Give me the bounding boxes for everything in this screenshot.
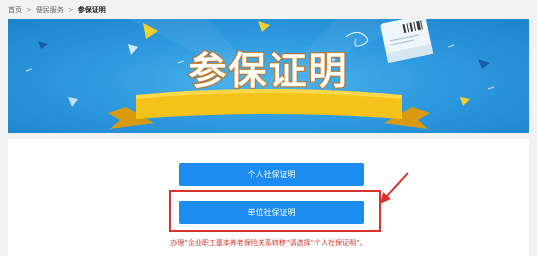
breadcrumb: 首页 > 便民服务 > 参保证明	[8, 4, 106, 16]
confetti-triangle	[38, 41, 48, 49]
banner: 参保证明	[8, 19, 529, 133]
breadcrumb-service[interactable]: 便民服务	[36, 5, 64, 15]
breadcrumb-home[interactable]: 首页	[8, 5, 22, 15]
arrow-icon	[380, 172, 409, 204]
personal-certificate-button[interactable]: 个人社保证明	[179, 163, 364, 186]
confetti-triangle	[68, 97, 78, 107]
ribbon-decoration	[108, 89, 430, 129]
breadcrumb-separator: >	[67, 6, 74, 14]
transfer-notice: 办理“企业职工基本养老保险关系转移”请选择“个人社保证明”。	[170, 239, 367, 247]
confetti-triangle	[258, 21, 270, 32]
highlight-box	[169, 190, 381, 232]
banner-title: 参保证明	[187, 48, 349, 94]
confetti-triangle	[460, 97, 470, 106]
breadcrumb-separator: >	[26, 6, 32, 14]
breadcrumb-current: 参保证明	[77, 6, 106, 14]
